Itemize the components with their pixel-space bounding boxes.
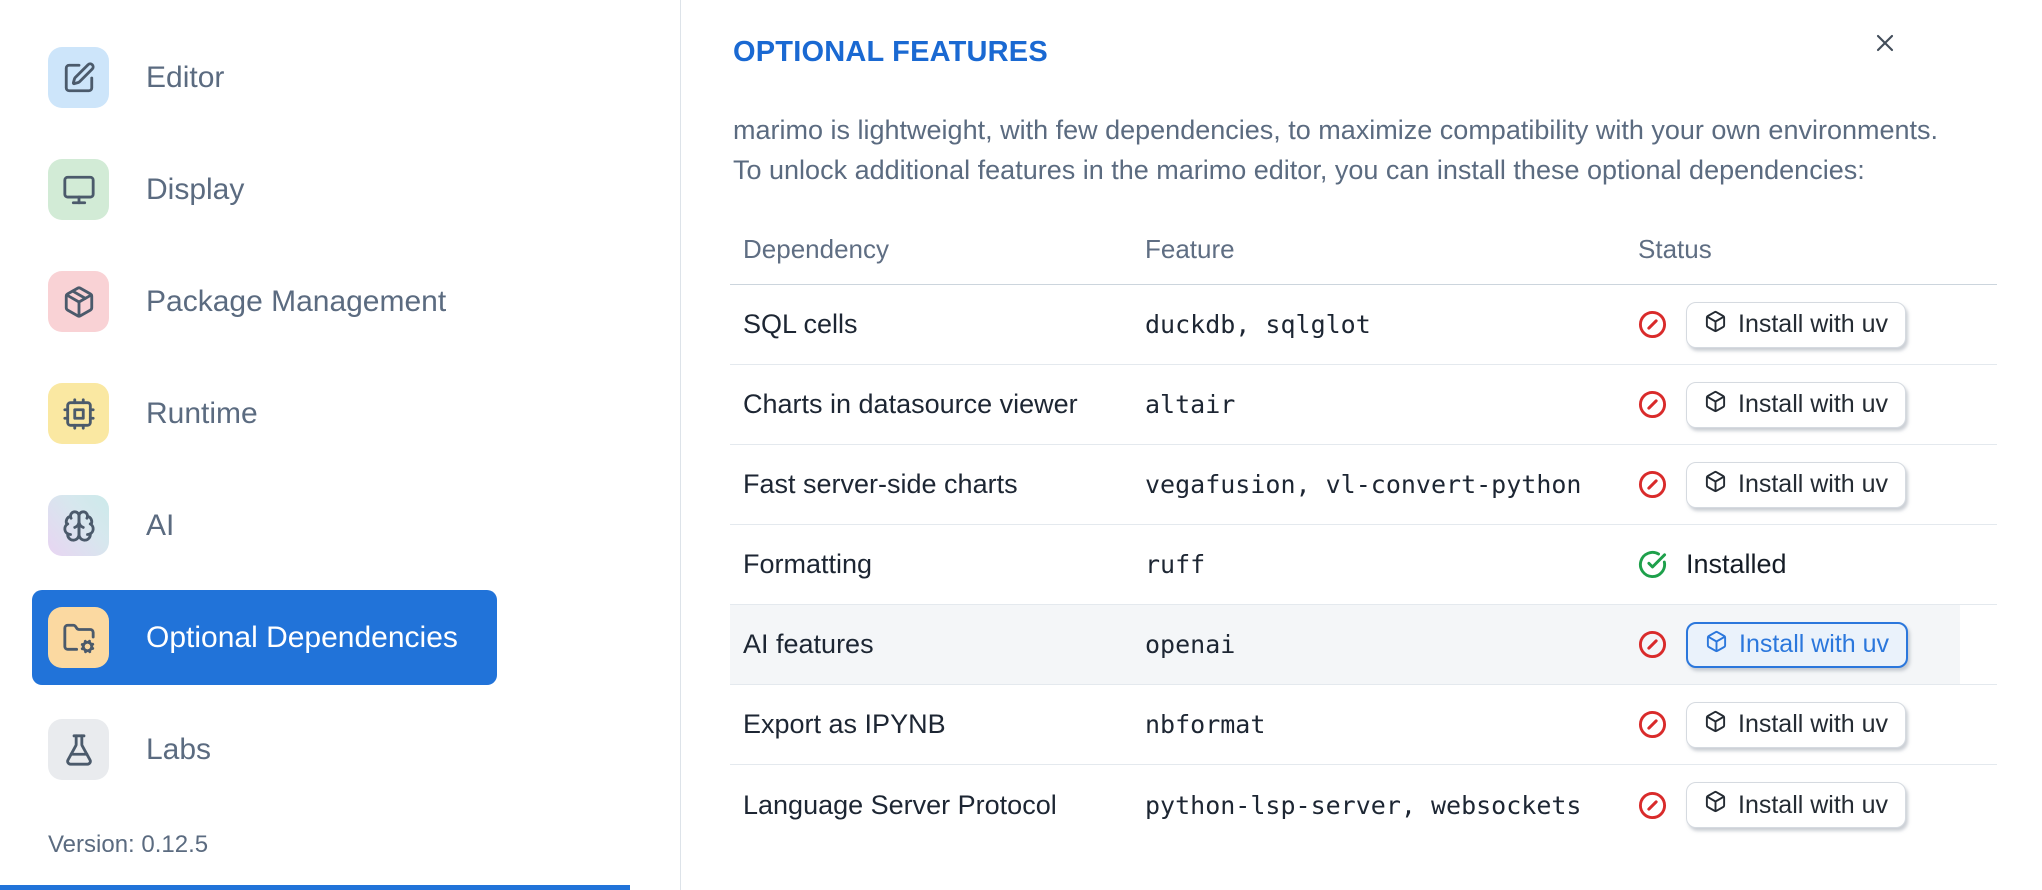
box-icon [1704,390,1727,420]
square-pen-icon [48,47,109,108]
status-cell: Install with uv [1638,301,1997,348]
status-cell: Install with uv [1638,782,1997,828]
column-header-feature: Feature [1145,234,1235,264]
brain-icon [48,495,109,556]
sidebar-item-label: Package Management [146,284,447,318]
dependency-cell: Formatting [743,549,873,579]
table-row: Language Server Protocol python-lsp-serv… [730,765,1997,845]
sidebar-item-label: Runtime [146,396,258,430]
table-row: Charts in datasource viewer altair Insta… [730,365,1997,445]
dependency-cell: Fast server-side charts [743,469,1018,499]
table-row: Export as IPYNB nbformat Install with uv [730,685,1997,765]
feature-cell: duckdb, sqlglot [1145,310,1371,339]
install-with-uv-button[interactable]: Install with uv [1686,782,1907,828]
column-header-dependency: Dependency [743,234,889,264]
sidebar-item-display[interactable]: Display [32,142,497,237]
panel-description: marimo is lightweight, with few dependen… [733,110,1938,190]
sidebar-item-label: Optional Dependencies [146,620,458,654]
status-cell: Installed [1638,549,1997,580]
close-icon [1871,34,1899,60]
box-icon [1705,630,1728,660]
sidebar-item-ai[interactable]: AI [32,478,497,573]
feature-cell: vegafusion, vl-convert-python [1145,470,1582,499]
circle-x-icon [1638,310,1667,339]
optional-features-panel: OPTIONAL FEATURES marimo is lightweight,… [681,0,2042,890]
table-row: AI features openai Install with uv [730,605,1997,685]
table-body: SQL cells duckdb, sqlglot Install with u… [730,285,1997,845]
sidebar-item-label: AI [146,508,175,542]
sidebar-item-package-management[interactable]: Package Management [32,254,497,349]
settings-sidebar: Editor Display Package Management Runtim… [0,0,681,890]
version-label: Version: 0.12.5 [48,831,209,858]
sidebar-item-label: Editor [146,60,225,94]
description-line-2: To unlock additional features in the mar… [733,155,1865,185]
dependency-cell: SQL cells [743,309,858,339]
circle-x-icon [1638,470,1667,499]
status-cell: Install with uv [1638,701,1997,748]
sidebar-item-editor[interactable]: Editor [32,30,497,125]
table-row: SQL cells duckdb, sqlglot Install with u… [730,285,1997,365]
sidebar-item-optional-dependencies[interactable]: Optional Dependencies [32,590,497,685]
circle-x-icon [1638,791,1667,820]
sidebar-item-labs[interactable]: Labs [32,702,497,797]
box-icon [1704,710,1727,740]
install-with-uv-button[interactable]: Install with uv [1686,621,1909,668]
table-row: Formatting ruff Installed [730,525,1997,605]
sidebar-item-label: Labs [146,732,212,766]
feature-cell: nbformat [1145,710,1266,739]
install-with-uv-button[interactable]: Install with uv [1686,381,1907,428]
circle-x-icon [1638,630,1667,659]
box-icon [1704,310,1727,340]
status-cell: Install with uv [1638,461,1997,508]
feature-cell: python-lsp-server, websockets [1145,790,1582,820]
close-button[interactable] [1871,29,1899,57]
box-icon [1704,790,1727,820]
circle-check-icon [1638,550,1667,579]
sidebar-item-label: Display [146,172,245,206]
status-cell: Install with uv [1638,381,1997,428]
panel-title: OPTIONAL FEATURES [733,36,1048,68]
status-cell: Install with uv [1638,621,1997,668]
feature-cell: ruff [1145,550,1206,579]
box-icon [1704,470,1727,500]
cpu-icon [48,383,109,444]
monitor-icon [48,159,109,220]
clipped-selected-item-edge [0,885,630,890]
dependency-cell: Language Server Protocol [743,789,1057,820]
folder-cog-icon [48,607,109,668]
description-line-1: marimo is lightweight, with few dependen… [733,115,1939,145]
dependency-cell: Export as IPYNB [743,709,946,739]
table-header-row: Dependency Feature Status [730,215,1997,285]
sidebar-nav: Editor Display Package Management Runtim… [0,0,680,797]
sidebar-item-runtime[interactable]: Runtime [32,366,497,461]
circle-x-icon [1638,390,1667,419]
feature-cell: altair [1145,390,1236,419]
circle-x-icon [1638,710,1667,739]
flask-icon [48,719,109,780]
table-row: Fast server-side charts vegafusion, vl-c… [730,445,1997,525]
feature-cell: openai [1145,630,1236,659]
column-header-status: Status [1638,234,1712,264]
install-with-uv-button[interactable]: Install with uv [1686,701,1907,748]
settings-dialog: Editor Display Package Management Runtim… [0,0,2042,890]
installed-label: Installed [1686,549,1787,579]
dependency-cell: AI features [743,629,874,659]
dependencies-table: Dependency Feature Status SQL cells duck… [730,215,1997,845]
install-with-uv-button[interactable]: Install with uv [1686,301,1907,348]
install-with-uv-button[interactable]: Install with uv [1686,461,1907,508]
dependency-cell: Charts in datasource viewer [743,389,1078,419]
package-icon [48,271,109,332]
